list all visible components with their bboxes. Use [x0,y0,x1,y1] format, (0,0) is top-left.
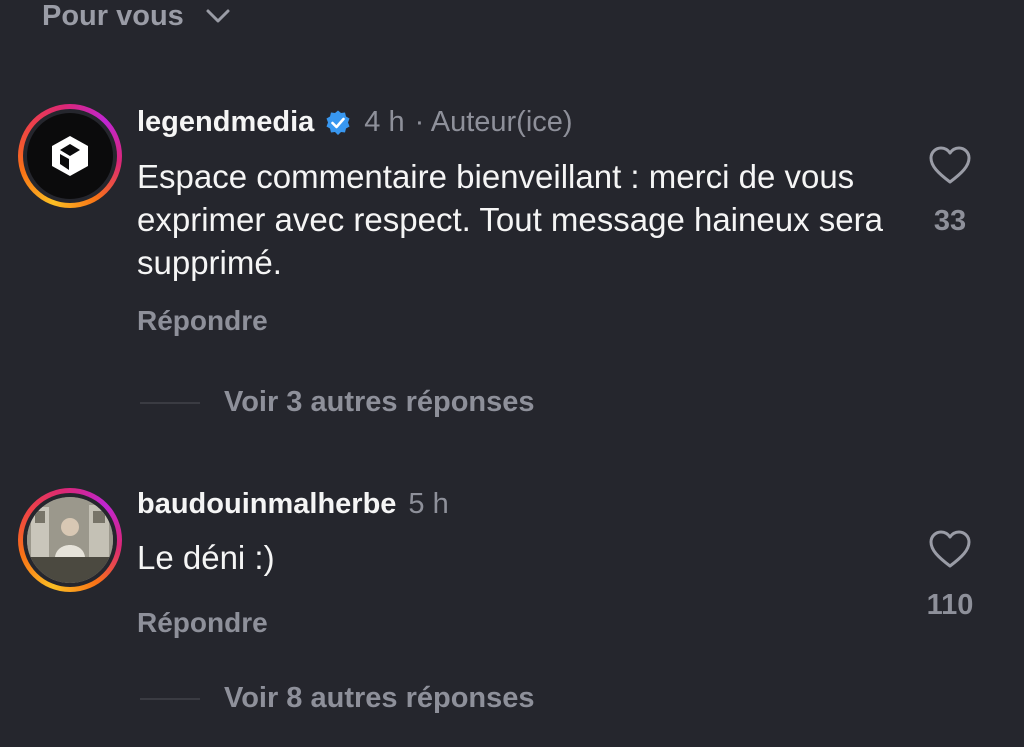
reply-button[interactable]: Répondre [137,305,268,337]
like-button[interactable]: 110 [910,529,990,622]
comment-text: Espace commentaire bienveillant : merci … [137,158,883,281]
reply-button[interactable]: Répondre [137,607,268,639]
view-more-replies-label: Voir 8 autres réponses [224,682,535,714]
divider [140,697,200,700]
view-more-replies[interactable]: Voir 8 autres réponses [140,682,535,715]
user-photo [27,497,113,583]
avatar[interactable] [18,104,122,208]
avatar[interactable] [18,488,122,592]
comment-header: legendmedia 4 h · Auteur(ice) [137,106,573,139]
comment-header: baudouinmalherbe 5 h [137,488,449,521]
like-count: 110 [926,589,974,621]
divider [140,401,200,404]
chevron-down-icon [206,9,230,23]
comment-text: Le déni :) [137,539,275,576]
heart-icon [929,530,971,568]
comment-sort-dropdown[interactable]: Pour vous [42,0,232,36]
comment-time: 4 h [364,106,405,138]
heart-icon [929,146,971,184]
comment-time: 5 h [408,488,449,520]
author-badge: · Auteur(ice) [414,106,573,138]
view-more-replies-label: Voir 3 autres réponses [224,386,535,418]
verified-badge-icon [326,110,350,135]
sort-label: Pour vous [42,0,184,32]
like-count: 33 [933,205,967,237]
username[interactable]: baudouinmalherbe [137,488,396,521]
username[interactable]: legendmedia [137,106,314,139]
view-more-replies[interactable]: Voir 3 autres réponses [140,386,535,419]
legendmedia-logo-icon [27,113,113,199]
like-button[interactable]: 33 [910,145,990,238]
